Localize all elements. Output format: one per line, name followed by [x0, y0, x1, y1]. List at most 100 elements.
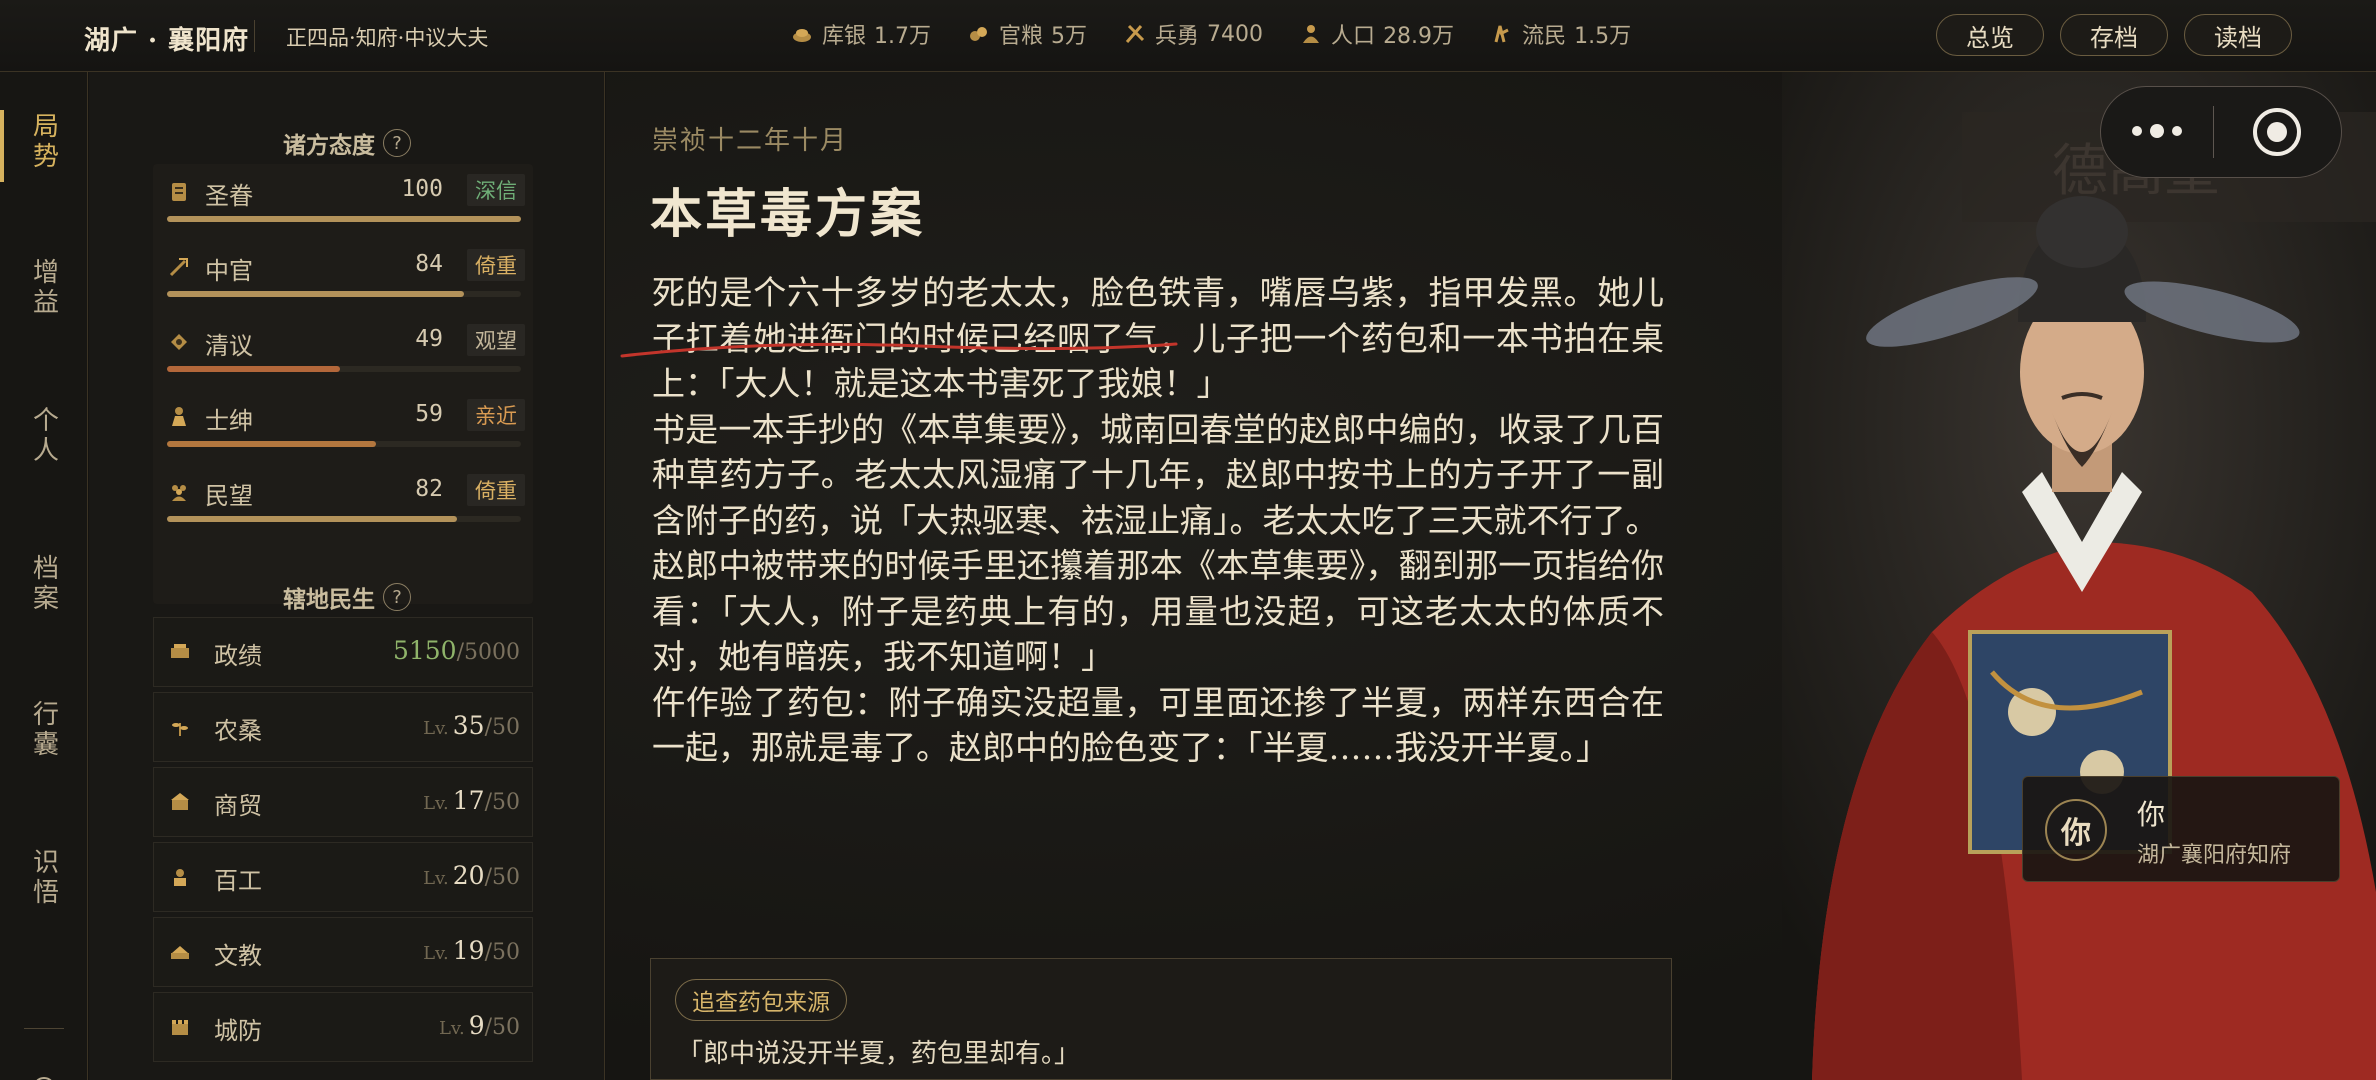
- livelihood-value: Lv. 19/50: [423, 936, 520, 965]
- story-date: 崇祯十二年十月: [652, 126, 849, 156]
- faction-row[interactable]: 清议 49 观望: [153, 322, 533, 382]
- faction-value: 49: [415, 326, 443, 352]
- livelihood-value: Lv. 9/50: [439, 1011, 520, 1040]
- faction-name: 圣眷: [205, 182, 253, 210]
- stat-population: 人口 28.9万: [1299, 18, 1454, 50]
- livelihood-name: 文教: [214, 942, 262, 970]
- livelihood-name: 百工: [214, 867, 262, 895]
- miniprogram-capsule: [2100, 86, 2342, 178]
- stat-silver: 库银 1.7万: [790, 18, 931, 50]
- people-help-icon[interactable]: ?: [383, 583, 411, 611]
- gentry-icon: [172, 407, 186, 426]
- nav-situation[interactable]: 局势: [0, 110, 88, 182]
- nav-personal-label: 个人: [28, 406, 59, 466]
- status-sidebar: 诸方态度 ? 圣眷 100 深信 中官 84 倚重 清议 49 观望 士绅 59…: [89, 72, 605, 1080]
- people-icon: [172, 485, 186, 501]
- nav-buffs-label: 增益: [28, 258, 59, 318]
- nav-situation-label: 局势: [28, 112, 59, 172]
- official-rank: 正四品·知府·中议大夫: [286, 26, 489, 50]
- livelihood-current: 5150: [392, 636, 457, 665]
- nav-bag[interactable]: 行囊: [0, 700, 88, 760]
- livelihood-current: 35: [452, 711, 485, 740]
- eunuch-icon: [169, 258, 188, 277]
- nav-insight[interactable]: 识悟: [0, 848, 88, 908]
- player-name: 你: [2137, 798, 2166, 831]
- faction-name: 民望: [205, 482, 253, 510]
- livelihood-list: 政绩 5150/5000 农桑 Lv. 35/50 商贸 Lv. 17/50 百工 …: [153, 617, 533, 1080]
- livelihood-max: /50: [484, 790, 520, 815]
- faction-bar: [167, 216, 521, 222]
- faction-name: 中官: [205, 257, 253, 285]
- faction-row[interactable]: 中官 84 倚重: [153, 247, 533, 307]
- attitude-help-icon[interactable]: ?: [383, 129, 411, 157]
- livelihood-row[interactable]: 文教 Lv. 19/50: [153, 917, 533, 987]
- people-title: 辖地民生: [283, 586, 375, 613]
- livelihood-current: 9: [468, 1011, 485, 1040]
- attitude-section-title: 诸方态度 ?: [89, 126, 605, 160]
- faction-bar: [167, 441, 521, 447]
- faction-tag: 观望: [467, 324, 525, 356]
- nav-personal[interactable]: 个人: [0, 406, 88, 466]
- story-paragraph: 书是一本手抄的《本草集要》，城南回春堂的赵郎中编的，收录了几百种草药方子。老太太…: [652, 409, 1664, 540]
- load-button[interactable]: 读档: [2184, 14, 2292, 56]
- choice-panel: 追查药包来源 「郎中说没开半夏，药包里却有。」: [650, 958, 1672, 1080]
- divider: [254, 20, 255, 52]
- defense-icon: [172, 1020, 188, 1035]
- farm-icon: [172, 723, 188, 736]
- target-icon[interactable]: [30, 1074, 58, 1080]
- stat-grain-value: 5万: [1051, 24, 1088, 49]
- craft-icon: [174, 869, 186, 886]
- choice-option-button[interactable]: 追查药包来源: [675, 979, 847, 1021]
- scholar-icon: [171, 334, 187, 350]
- save-button[interactable]: 存档: [2060, 14, 2168, 56]
- stat-silver-label: 库银: [822, 24, 867, 49]
- stat-population-value: 28.9万: [1383, 24, 1455, 49]
- livelihood-value: Lv. 17/50: [423, 786, 520, 815]
- top-buttons: 总览 存档 读档: [1936, 14, 2292, 56]
- nav-archive[interactable]: 档案: [0, 554, 88, 614]
- stat-soldiers: 兵勇 7400: [1123, 18, 1263, 50]
- livelihood-row[interactable]: 百工 Lv. 20/50: [153, 842, 533, 912]
- faction-bar-fill: [167, 516, 458, 522]
- faction-bar: [167, 516, 521, 522]
- stat-grain: 官粮 5万: [967, 18, 1087, 50]
- faction-tag: 倚重: [467, 249, 525, 281]
- faction-value: 84: [415, 251, 443, 277]
- official-portrait: 德高望: [1782, 72, 2376, 1080]
- faction-row[interactable]: 士绅 59 亲近: [153, 397, 533, 457]
- faction-row[interactable]: 圣眷 100 深信: [153, 172, 533, 232]
- livelihood-row[interactable]: 城防 Lv. 9/50: [153, 992, 533, 1062]
- attitude-title: 诸方态度: [283, 132, 375, 159]
- stat-silver-value: 1.7万: [874, 24, 932, 49]
- stat-soldiers-value: 7400: [1207, 21, 1264, 47]
- nav-insight-label: 识悟: [28, 848, 59, 908]
- more-icon[interactable]: [2101, 124, 2213, 138]
- overview-button[interactable]: 总览: [1936, 14, 2044, 56]
- close-target-icon[interactable]: [2214, 106, 2341, 158]
- faction-row[interactable]: 民望 82 倚重: [153, 472, 533, 532]
- soldier-icon: [1125, 24, 1145, 43]
- silver-icon: [793, 29, 811, 42]
- livelihood-row[interactable]: 政绩 5150/5000: [153, 617, 533, 687]
- resource-stats: 库银 1.7万 官粮 5万 兵勇 7400 人口 28.9万 流民 1.5万: [790, 18, 1631, 50]
- story-title: 本草毒方案: [650, 184, 926, 245]
- livelihood-row[interactable]: 商贸 Lv. 17/50: [153, 767, 533, 837]
- livelihood-name: 城防: [214, 1017, 262, 1045]
- player-card[interactable]: 你 你 湖广襄阳府知府: [2022, 776, 2340, 882]
- stat-population-label: 人口: [1331, 24, 1376, 49]
- region-title: 湖广 · 襄阳府: [84, 26, 250, 56]
- faction-value: 82: [415, 476, 443, 502]
- stat-grain-label: 官粮: [999, 24, 1044, 49]
- merit-icon: [171, 644, 189, 658]
- education-icon: [171, 946, 189, 959]
- livelihood-value: Lv. 20/50: [423, 861, 520, 890]
- livelihood-row[interactable]: 农桑 Lv. 35/50: [153, 692, 533, 762]
- stat-refugees-value: 1.5万: [1574, 24, 1632, 49]
- faction-bar: [167, 291, 521, 297]
- livelihood-name: 政绩: [214, 642, 262, 670]
- nav-buffs[interactable]: 增益: [0, 258, 88, 318]
- trade-icon: [171, 793, 189, 810]
- livelihood-max: /50: [484, 865, 520, 890]
- faction-bar-fill: [167, 216, 521, 222]
- nav-divider: [24, 1028, 64, 1029]
